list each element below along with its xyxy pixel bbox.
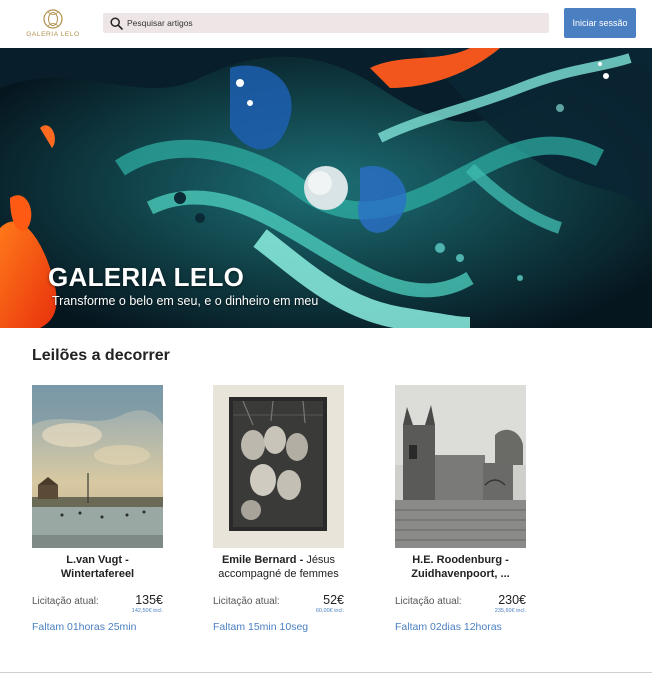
bid-price-incl: 235,60€ incl. [494, 608, 526, 614]
logo-text: GALERIA LELO [26, 31, 80, 38]
auction-card[interactable]: Emile Bernard - Jésus accompagné de femm… [213, 385, 353, 633]
search-bar[interactable] [103, 13, 549, 33]
bid-label: Licitação atual: [395, 596, 462, 607]
card-title[interactable]: L.van Vugt - Wintertafereel [32, 553, 163, 583]
card-artist: L.van Vugt [66, 554, 123, 566]
logo[interactable]: GALERIA LELO [26, 8, 80, 40]
time-left: Faltam 02dias 12horas [395, 621, 502, 633]
bid-label: Licitação atual: [213, 596, 280, 607]
logo-emblem-icon [43, 9, 63, 29]
time-left: Faltam 15min 10seg [213, 621, 309, 633]
artwork-image[interactable] [213, 385, 344, 548]
hero-subtitle: Transforme o belo em seu, e o dinheiro e… [52, 294, 319, 308]
bid-price: 230€ [498, 593, 526, 607]
bid-label: Licitação atual: [32, 596, 99, 607]
bid-price-incl: 60,00€ incl. [315, 608, 344, 614]
card-separator: - [122, 554, 129, 566]
header: GALERIA LELO Iniciar sessão [0, 0, 652, 48]
card-title[interactable]: H.E. Roodenburg - Zuidhavenpoort, ... [395, 553, 526, 583]
bid-row: Licitação atual: 230€ 235,60€ incl. [395, 593, 526, 619]
bid-row: Licitação atual: 135€ 142,50€ incl. [32, 593, 163, 619]
artwork-image[interactable] [395, 385, 526, 548]
bid-price: 52€ [323, 593, 344, 607]
time-left: Faltam 01horas 25min [32, 621, 137, 633]
card-artist: H.E. Roodenburg [412, 554, 503, 566]
artwork-image[interactable] [32, 385, 163, 548]
hero-title: GALERIA LELO [48, 262, 245, 292]
section-title: Leilões a decorrer [32, 347, 170, 364]
card-artwork-title: Zuidhavenpoort, ... [411, 568, 510, 580]
login-button[interactable]: Iniciar sessão [564, 8, 636, 38]
card-separator: - [296, 554, 307, 566]
bid-price-incl: 142,50€ incl. [131, 608, 163, 614]
divider [0, 672, 652, 673]
search-input[interactable] [127, 14, 527, 32]
search-icon[interactable] [105, 13, 127, 33]
hero-banner: GALERIA LELO Transforme o belo em seu, e… [0, 48, 652, 328]
bid-row: Licitação atual: 52€ 60,00€ incl. [213, 593, 344, 619]
card-title[interactable]: Emile Bernard - Jésus accompagné de femm… [213, 553, 344, 583]
bid-price: 135€ [135, 593, 163, 607]
card-separator: - [502, 554, 509, 566]
card-artwork-title: Wintertafereel [60, 568, 135, 580]
card-artist: Emile Bernard [221, 554, 297, 566]
auction-card[interactable]: H.E. Roodenburg - Zuidhavenpoort, ... Li… [395, 385, 535, 633]
auction-card[interactable]: L.van Vugt - Wintertafereel Licitação at… [32, 385, 172, 633]
